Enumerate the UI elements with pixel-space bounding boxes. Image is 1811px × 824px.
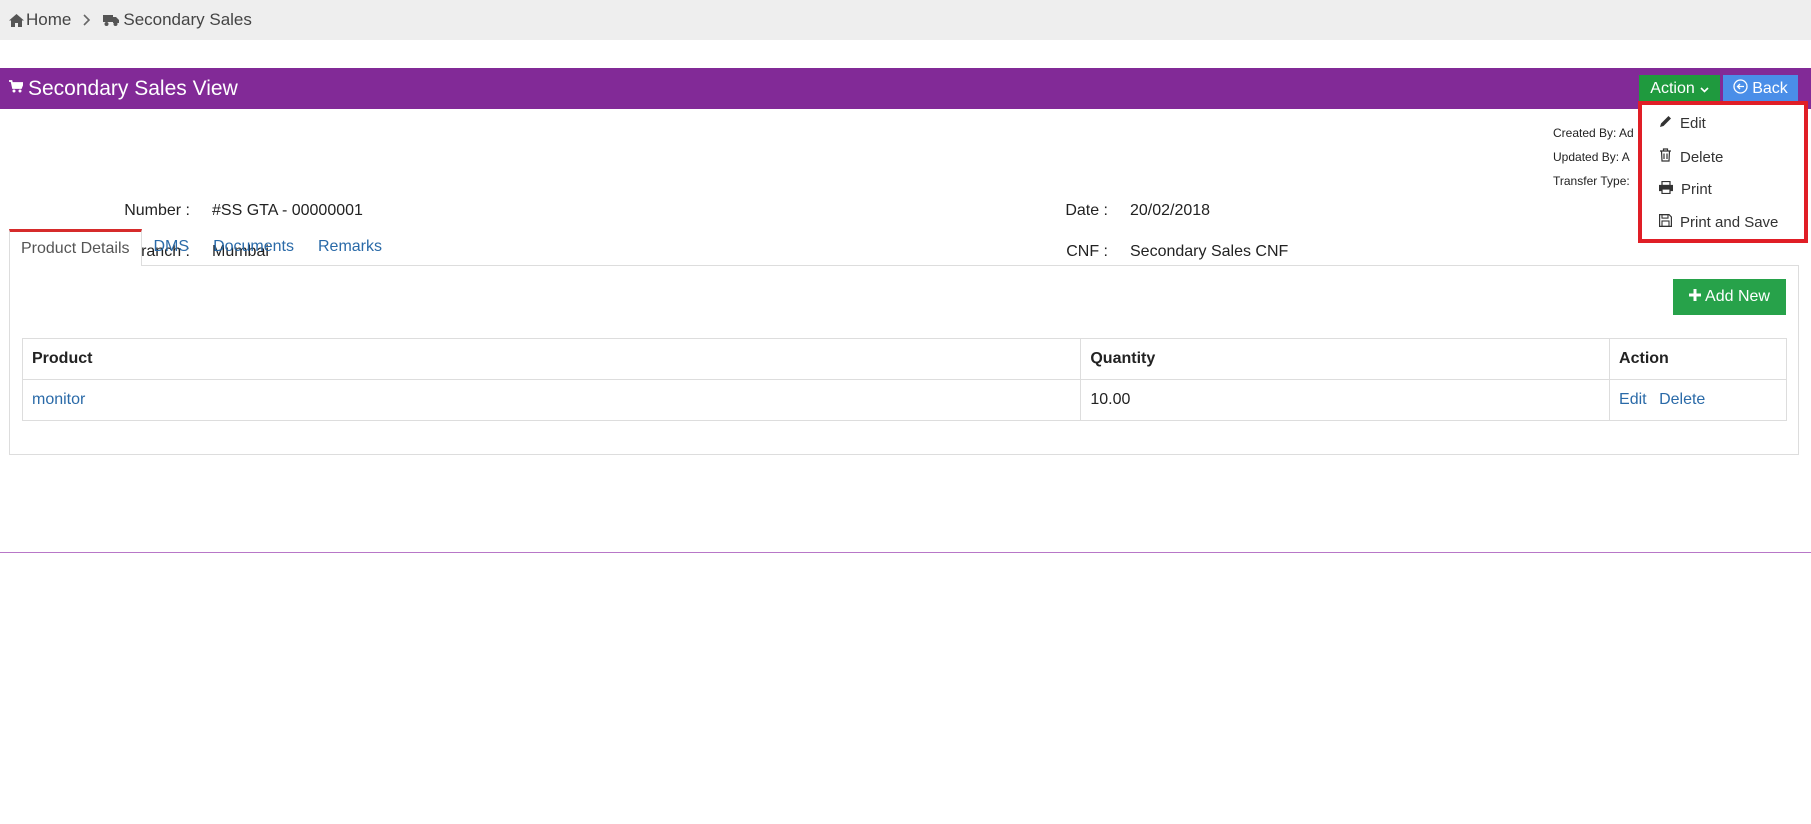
product-link[interactable]: monitor: [32, 391, 85, 408]
number-value: #SS GTA - 00000001: [212, 202, 363, 219]
number-label: Number :: [124, 202, 190, 219]
action-cell: Edit Delete: [1609, 379, 1787, 421]
cnf-label: CNF :: [1066, 243, 1108, 260]
breadcrumb-current[interactable]: Secondary Sales: [103, 10, 252, 30]
plus-icon: [1689, 288, 1705, 306]
breadcrumb-current-label: Secondary Sales: [123, 10, 252, 29]
dropdown-item-label: Edit: [1680, 115, 1706, 132]
tab-remarks[interactable]: Remarks: [306, 229, 394, 265]
transfer-type: Transfer Type:: [1553, 174, 1630, 188]
back-button[interactable]: Back: [1723, 75, 1798, 103]
column-header-action: Action: [1609, 338, 1787, 380]
breadcrumb: Home Secondary Sales: [0, 0, 1811, 40]
column-header-product: Product: [21, 338, 1082, 380]
home-icon: [9, 13, 24, 27]
product-table: Product Quantity Action monitor 10.00 Ed…: [21, 338, 1787, 421]
save-icon: [1659, 214, 1680, 231]
created-by: Created By: Ad: [1553, 126, 1634, 140]
dropdown-item-print-and-save[interactable]: Print and Save: [1659, 214, 1778, 231]
back-button-label: Back: [1752, 80, 1788, 97]
product-cell: monitor: [21, 379, 1082, 421]
dropdown-item-label: Delete: [1680, 148, 1724, 166]
chevron-right-icon: [83, 14, 91, 26]
cart-icon: [9, 80, 25, 97]
row-delete-link[interactable]: Delete: [1659, 391, 1705, 408]
dropdown-item-delete[interactable]: Delete: [1659, 148, 1723, 166]
print-icon: [1658, 180, 1681, 198]
breadcrumb-home-label: Home: [26, 10, 72, 29]
tabs: Product Details DMS Documents Remarks: [9, 229, 394, 266]
add-new-label: Add New: [1705, 288, 1770, 305]
truck-icon: [103, 14, 120, 26]
updated-by: Updated By: A: [1553, 150, 1630, 164]
page-title: Secondary Sales View: [28, 76, 238, 100]
circle-arrow-left-icon: [1733, 79, 1752, 99]
dropdown-item-label: Print and Save: [1680, 214, 1779, 231]
tab-documents[interactable]: Documents: [201, 229, 306, 265]
table-row: monitor 10.00 Edit Delete: [21, 379, 1787, 421]
date-value: 20/02/2018: [1130, 202, 1211, 219]
tab-dms[interactable]: DMS: [142, 229, 202, 265]
column-header-quantity: Quantity: [1080, 338, 1611, 380]
pencil-icon: [1659, 115, 1680, 132]
table-header-row: Product Quantity Action: [21, 338, 1787, 380]
dropdown-item-label: Print: [1681, 181, 1712, 198]
dropdown-item-print[interactable]: Print: [1658, 180, 1712, 198]
action-button-label: Action: [1650, 80, 1695, 97]
date-label: Date :: [1065, 202, 1108, 219]
action-dropdown-menu: Edit Delete Print Print and Save: [1638, 101, 1808, 243]
breadcrumb-home[interactable]: Home: [9, 10, 71, 30]
dropdown-item-edit[interactable]: Edit: [1659, 115, 1706, 132]
cnf-value: Secondary Sales CNF: [1130, 243, 1289, 260]
row-edit-link[interactable]: Edit: [1619, 391, 1647, 408]
chevron-down-icon: [1695, 80, 1709, 98]
tab-product-details[interactable]: Product Details: [9, 229, 142, 266]
add-new-button[interactable]: Add New: [1673, 279, 1786, 315]
panel-header: Secondary Sales View: [0, 68, 1811, 109]
action-button[interactable]: Action: [1639, 75, 1720, 103]
trash-icon: [1659, 148, 1680, 166]
quantity-cell: 10.00: [1080, 379, 1611, 421]
